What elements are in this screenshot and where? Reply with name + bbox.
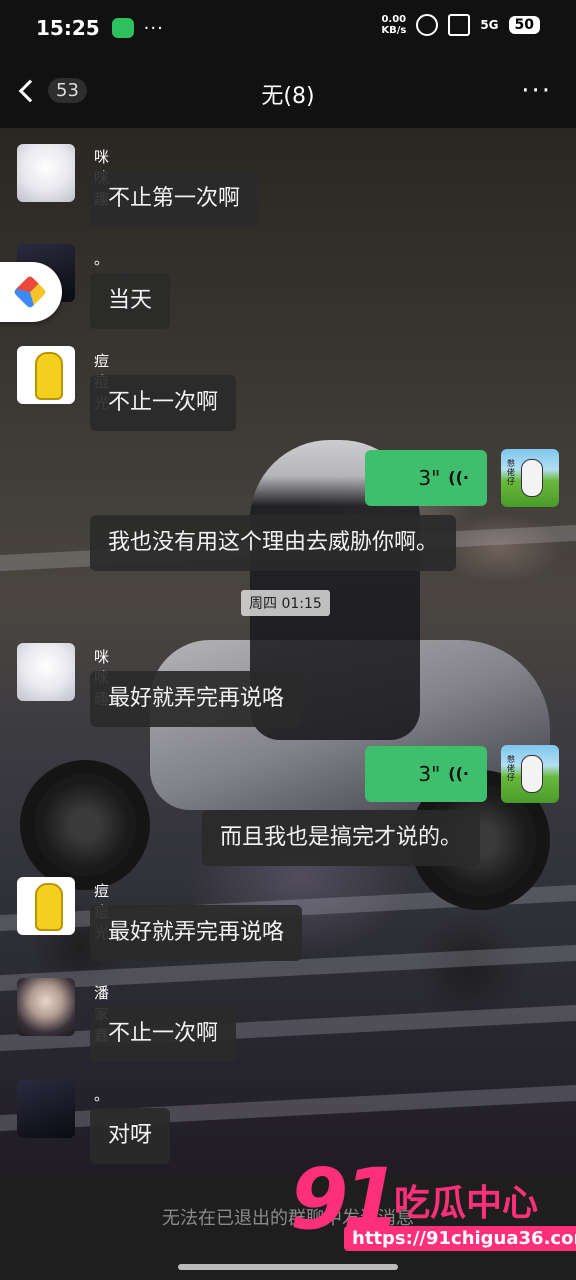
sender-name: 。	[94, 250, 110, 268]
voice-wave-icon: ((·	[448, 764, 469, 783]
message-bubble[interactable]: 不止一次啊	[90, 375, 237, 431]
more-notifications-icon: ···	[143, 17, 164, 39]
message-bubble[interactable]: 我也没有用这个理由去威胁你啊。	[90, 515, 457, 571]
message-bubble[interactable]: 最好就弄完再说咯	[90, 671, 303, 727]
voice-message-bubble[interactable]: 3" ((·	[365, 746, 487, 802]
avatar-tag: 憋佬仔	[507, 459, 515, 486]
message-bubble[interactable]: 不止一次啊	[90, 1006, 237, 1062]
message-bubble[interactable]: 当天	[90, 273, 171, 329]
avatar[interactable]	[17, 877, 75, 935]
voice-duration: 3"	[418, 466, 441, 490]
sender-name: 。	[94, 1086, 110, 1104]
status-icons: 0.00 KB/s 5G 50	[381, 14, 540, 36]
status-bar: 15:25 ··· 0.00 KB/s 5G 50	[0, 0, 576, 56]
message-bubble[interactable]: 最好就弄完再说咯	[90, 905, 303, 961]
avatar[interactable]	[17, 346, 75, 404]
voice-message-bubble[interactable]: 3" ((·	[365, 450, 487, 506]
timestamp: 周四 01:15	[241, 590, 330, 616]
mute-icon	[448, 14, 471, 36]
status-time: 15:25	[36, 16, 100, 40]
signal-icon: 5G	[480, 18, 499, 32]
more-options-button[interactable]: ···	[521, 76, 552, 106]
watermark: 91 吃瓜中心 https://91chigua36.com	[290, 1150, 576, 1260]
voice-wave-icon: ((·	[448, 468, 469, 487]
watermark-text: 吃瓜中心	[394, 1183, 539, 1224]
cube-icon	[13, 275, 47, 309]
battery-icon: 50	[508, 16, 540, 34]
chat-title: 无(8)	[261, 84, 315, 109]
net-speed: 0.00 KB/s	[381, 14, 406, 36]
avatar[interactable]: 憋佬仔	[501, 449, 559, 507]
avatar[interactable]: 憋佬仔	[501, 745, 559, 803]
avatar[interactable]	[17, 643, 75, 701]
alarm-icon	[416, 14, 439, 36]
avatar-face	[521, 459, 543, 497]
avatar[interactable]	[17, 144, 75, 202]
avatar[interactable]	[17, 978, 75, 1036]
voice-duration: 3"	[418, 762, 441, 786]
watermark-url: https://91chigua36.com	[344, 1226, 576, 1251]
avatar[interactable]	[17, 1080, 75, 1138]
wechat-notification-icon	[111, 18, 134, 38]
avatar-tag: 憋佬仔	[507, 755, 515, 782]
net-speed-value: 0.00	[381, 14, 407, 25]
message-bubble[interactable]: 而且我也是搞完才说的。	[202, 810, 481, 866]
message-bubble[interactable]: 对呀	[90, 1108, 171, 1164]
message-bubble[interactable]: 不止第一次啊	[90, 171, 259, 227]
net-speed-unit: KB/s	[381, 25, 407, 36]
home-indicator[interactable]	[178, 1264, 398, 1270]
floating-assistant-button[interactable]	[0, 262, 62, 322]
bg-wheel	[20, 760, 150, 890]
avatar-face	[521, 755, 543, 793]
chat-header: 53 无(8) ···	[0, 56, 576, 128]
